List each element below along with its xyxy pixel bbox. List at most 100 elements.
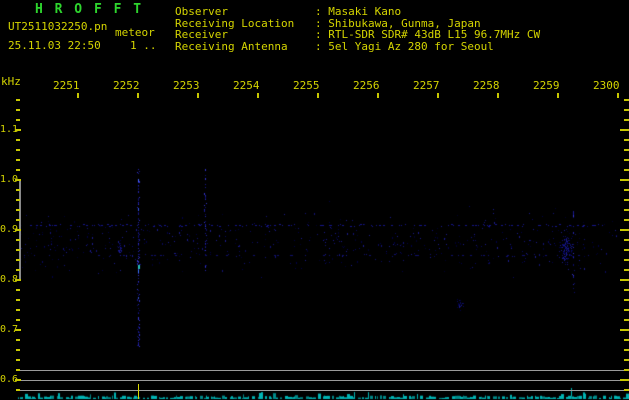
x-axis-tick (557, 93, 559, 98)
y-axis-minor-tick-right (624, 109, 629, 111)
y-axis-minor-tick (16, 169, 20, 171)
info-label-3: Receiving Antenna (175, 39, 288, 53)
y-axis-minor-tick-right (624, 149, 629, 151)
y-axis-minor-tick (16, 159, 20, 161)
x-axis-tick-label: 2252 (113, 79, 140, 92)
level-reference-line (18, 370, 629, 371)
y-axis-minor-tick (16, 349, 20, 351)
y-axis-major-tick-right (620, 229, 629, 231)
y-axis-minor-tick-right (624, 359, 629, 361)
x-axis-tick (317, 93, 319, 98)
y-axis-minor-tick (16, 119, 20, 121)
y-axis-major-tick (15, 379, 21, 381)
x-axis-tick-label: 2255 (293, 79, 320, 92)
y-axis-minor-tick-right (624, 349, 629, 351)
y-axis-minor-tick (16, 319, 20, 321)
y-axis-minor-tick-right (624, 289, 629, 291)
level-reference-line (18, 390, 629, 391)
y-axis-minor-tick (16, 249, 20, 251)
hrofft-window: H R O F F T UT2511032250.pn meteor 25.11… (0, 0, 629, 400)
y-axis-minor-tick (16, 199, 20, 201)
x-axis-tick-label: 2254 (233, 79, 260, 92)
y-axis-minor-tick (16, 109, 20, 111)
y-axis-major-tick (15, 129, 21, 131)
y-axis-major-tick-right (620, 129, 629, 131)
info-value-0: : Masaki Kano (315, 5, 402, 18)
x-axis-tick (377, 93, 379, 98)
y-axis-minor-tick-right (624, 249, 629, 251)
y-axis-minor-tick (16, 339, 20, 341)
y-axis-minor-tick-right (624, 99, 629, 101)
y-axis-minor-tick (16, 139, 20, 141)
info-value-1: : Shibukawa, Gunma, Japan (315, 16, 481, 30)
y-axis-minor-tick (16, 219, 20, 221)
x-axis-tick-label: 2300 (593, 79, 620, 92)
y-axis-minor-tick-right (624, 369, 629, 371)
y-axis-minor-tick (16, 309, 20, 311)
x-axis-tick-label: 2258 (473, 79, 500, 92)
y-axis-major-tick (15, 229, 21, 231)
x-axis-tick (137, 93, 139, 98)
y-axis-minor-tick-right (624, 309, 629, 311)
y-axis-minor-tick (16, 99, 20, 101)
y-axis-minor-tick (16, 259, 20, 261)
x-axis-tick (257, 93, 259, 98)
y-axis-minor-tick (16, 209, 20, 211)
x-axis-tick-label: 2259 (533, 79, 560, 92)
mode-label: meteor (115, 26, 155, 39)
y-axis-minor-tick-right (624, 339, 629, 341)
y-axis-minor-tick (16, 359, 20, 361)
y-axis-minor-tick (16, 189, 20, 191)
y-axis-minor-tick-right (624, 209, 629, 211)
y-axis-minor-tick-right (624, 269, 629, 271)
app-title: H R O F F T (35, 2, 144, 17)
x-axis-tick (437, 93, 439, 98)
frequency-range-marker (19, 181, 21, 281)
x-axis-tick (197, 93, 199, 98)
y-axis-minor-tick (16, 369, 20, 371)
y-axis-minor-tick-right (624, 389, 629, 391)
y-axis-minor-tick (16, 149, 20, 151)
y-axis-minor-tick-right (624, 299, 629, 301)
y-axis-major-tick-right (620, 179, 629, 181)
y-axis-major-tick (15, 179, 21, 181)
y-axis-minor-tick-right (624, 159, 629, 161)
y-axis-minor-tick (16, 269, 20, 271)
y-axis-minor-tick (16, 299, 20, 301)
y-axis-minor-tick (16, 389, 20, 391)
y-axis-minor-tick-right (624, 169, 629, 171)
y-axis-major-tick (15, 279, 21, 281)
x-axis-tick-label: 2256 (353, 79, 380, 92)
x-axis-tick (497, 93, 499, 98)
y-axis-major-tick (15, 329, 21, 331)
y-axis-minor-tick-right (624, 219, 629, 221)
x-axis-tick (77, 93, 79, 98)
y-axis-minor-tick-right (624, 189, 629, 191)
info-value-2: : RTL-SDR SDR# 43dB L15 96.7MHz CW (315, 28, 541, 42)
y-axis-minor-tick-right (624, 319, 629, 321)
y-axis-minor-tick-right (624, 119, 629, 121)
spectrogram-canvas (0, 0, 629, 400)
x-axis-tick-label: 2251 (53, 79, 80, 92)
meteor-event-marker (138, 384, 139, 399)
y-axis-unit-label: kHz (1, 75, 21, 88)
info-label-0: Observer (175, 5, 228, 18)
x-axis-tick (617, 93, 619, 98)
y-axis-major-tick-right (620, 279, 629, 281)
y-axis-minor-tick-right (624, 239, 629, 241)
y-axis-minor-tick-right (624, 199, 629, 201)
level-reference-line (18, 380, 629, 381)
y-axis-major-tick-right (620, 329, 629, 331)
y-axis-minor-tick-right (624, 259, 629, 261)
x-axis-tick-label: 2253 (173, 79, 200, 92)
info-label-2: Receiver (175, 28, 228, 42)
y-axis-major-tick-right (620, 379, 629, 381)
y-axis-minor-tick-right (624, 139, 629, 141)
echo-counter: 1 .. (130, 39, 157, 52)
x-axis-tick-label: 2257 (413, 79, 440, 92)
info-label-1: Receiving Location (175, 16, 295, 30)
info-value-3: : 5el Yagi Az 280 for Seoul (315, 39, 494, 53)
output-filename: UT2511032250.pn (8, 20, 108, 33)
y-axis-minor-tick (16, 239, 20, 241)
y-axis-minor-tick (16, 289, 20, 291)
